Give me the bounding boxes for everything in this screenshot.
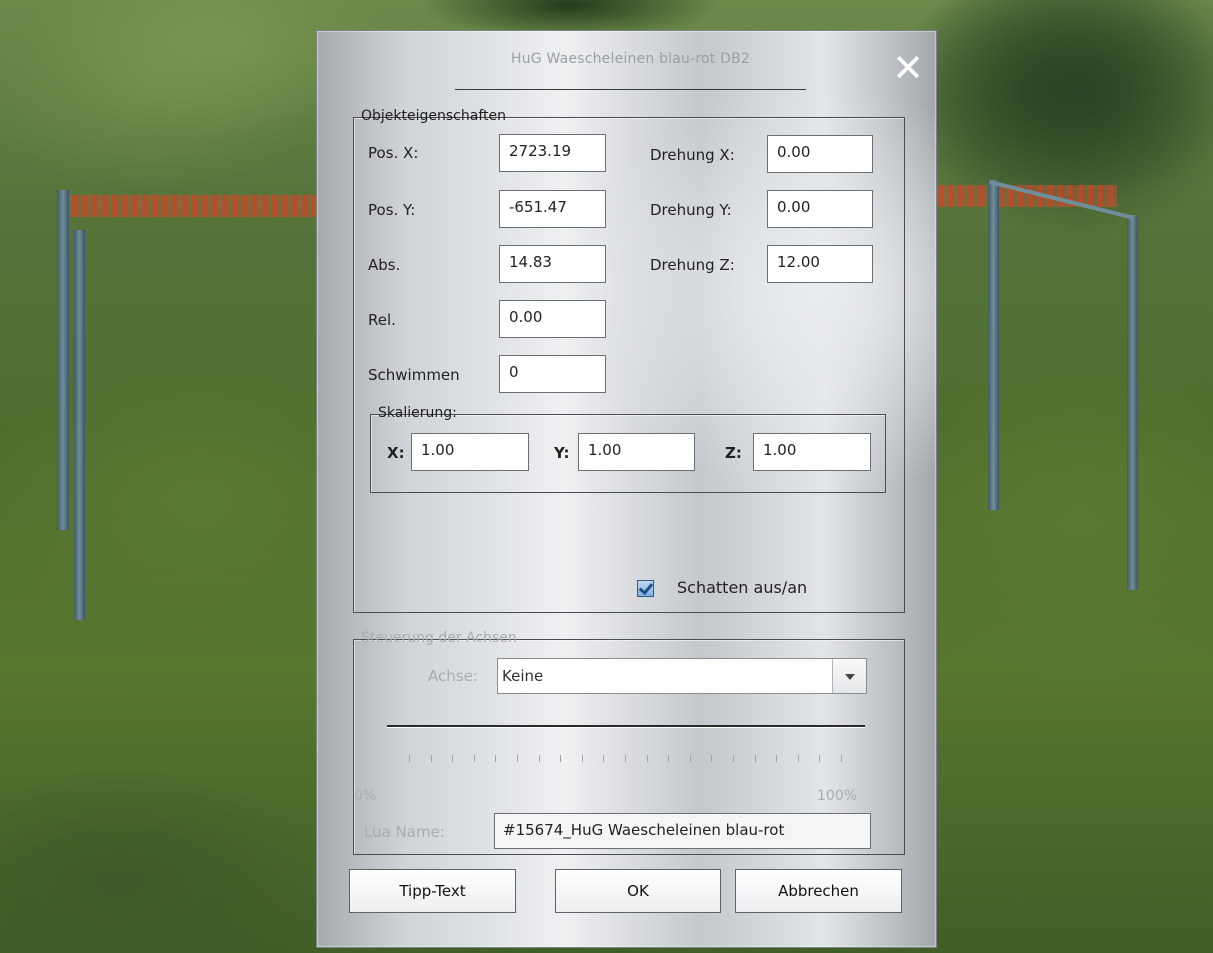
dialog-title: HuG Waescheleinen blau-rot DB2 bbox=[510, 51, 751, 67]
cancel-button[interactable]: Abbrechen bbox=[735, 869, 902, 913]
chevron-down-icon[interactable] bbox=[832, 659, 866, 693]
swim-label: Schwimmen bbox=[368, 366, 460, 384]
axis-select[interactable]: Keine bbox=[497, 658, 867, 694]
abs-label: Abs. bbox=[368, 256, 401, 274]
scale-x-input[interactable]: 1.00 bbox=[411, 433, 529, 471]
close-icon[interactable]: ✕ bbox=[890, 49, 926, 89]
slider-tick bbox=[538, 755, 540, 762]
shadow-checkbox[interactable] bbox=[637, 580, 654, 597]
object-properties-dialog: HuG Waescheleinen blau-rot DB2 ✕ Objekte… bbox=[316, 30, 937, 948]
slider-tick bbox=[409, 755, 410, 762]
lua-name-label: Lua Name: bbox=[364, 823, 445, 841]
scaling-group: Skalierung: X: 1.00 Y: 1.00 Z: 1.00 bbox=[370, 405, 886, 493]
scaling-legend: Skalierung: bbox=[378, 405, 457, 421]
scale-y-input[interactable]: 1.00 bbox=[578, 433, 695, 471]
pos-x-label: Pos. X: bbox=[368, 144, 419, 162]
clothesline-left bbox=[62, 195, 316, 217]
pole bbox=[57, 190, 69, 530]
object-properties-group: Objekteigenschaften Pos. X: 2723.19 Pos.… bbox=[353, 108, 905, 613]
slider-tick bbox=[625, 755, 626, 762]
slider-tick bbox=[668, 755, 670, 762]
slider-tick bbox=[819, 755, 821, 762]
rot-z-label: Drehung Z: bbox=[650, 256, 735, 274]
slider-tick bbox=[517, 755, 518, 762]
slider-tick bbox=[733, 755, 734, 762]
swim-input[interactable]: 0 bbox=[499, 355, 606, 393]
slider-tick bbox=[495, 755, 497, 762]
rel-input[interactable]: 0.00 bbox=[499, 300, 606, 338]
rot-x-label: Drehung X: bbox=[650, 146, 735, 164]
scale-x-label: X: bbox=[387, 444, 405, 462]
axis-slider[interactable] bbox=[387, 725, 865, 727]
rot-z-input[interactable]: 12.00 bbox=[767, 245, 873, 283]
slider-tick bbox=[581, 755, 583, 762]
slider-tick bbox=[473, 755, 475, 762]
slider-min-label: 0% bbox=[354, 788, 377, 804]
pole bbox=[74, 230, 85, 620]
rot-y-input[interactable]: 0.00 bbox=[767, 190, 873, 228]
slider-tick bbox=[711, 755, 713, 762]
slider-tick bbox=[560, 755, 562, 762]
axis-control-legend: Steuerung der Achsen bbox=[361, 630, 517, 646]
abs-input[interactable]: 14.83 bbox=[499, 245, 606, 283]
shadow-label: Schatten aus/an bbox=[677, 578, 808, 597]
pos-y-label: Pos. Y: bbox=[368, 201, 416, 219]
ok-button[interactable]: OK bbox=[555, 869, 721, 913]
pole bbox=[1127, 215, 1138, 590]
slider-tick bbox=[841, 755, 842, 762]
slider-tick bbox=[797, 755, 799, 762]
title-underline bbox=[455, 89, 806, 90]
slider-max-label: 100% bbox=[817, 788, 858, 804]
tip-text-button[interactable]: Tipp-Text bbox=[349, 869, 516, 913]
scale-z-label: Z: bbox=[725, 444, 742, 462]
pos-x-input[interactable]: 2723.19 bbox=[499, 134, 606, 172]
scale-z-input[interactable]: 1.00 bbox=[753, 433, 871, 471]
slider-tick bbox=[646, 755, 648, 762]
object-properties-legend: Objekteigenschaften bbox=[361, 108, 506, 124]
slider-tick bbox=[754, 755, 756, 762]
lua-name-input[interactable]: #15674_HuG Waescheleinen blau-rot bbox=[494, 813, 871, 849]
pole bbox=[988, 180, 999, 510]
slider-tick bbox=[776, 755, 778, 762]
axis-select-value: Keine bbox=[502, 667, 544, 685]
rot-y-label: Drehung Y: bbox=[650, 201, 732, 219]
rel-label: Rel. bbox=[368, 311, 396, 329]
pos-y-input[interactable]: -651.47 bbox=[499, 190, 606, 228]
scale-y-label: Y: bbox=[554, 444, 570, 462]
slider-tick bbox=[689, 755, 691, 762]
axis-label: Achse: bbox=[428, 667, 478, 685]
slider-tick bbox=[430, 755, 432, 762]
rot-x-input[interactable]: 0.00 bbox=[767, 135, 873, 173]
slider-tick bbox=[452, 755, 454, 762]
slider-tick bbox=[603, 755, 605, 762]
